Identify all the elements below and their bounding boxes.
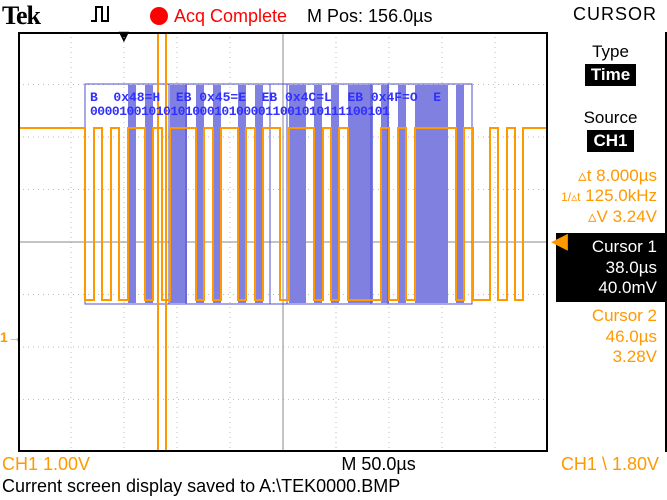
type-value: Time <box>585 64 636 86</box>
cursor1-volt: 40.0mV <box>560 278 657 298</box>
source-section[interactable]: Source CH1 <box>556 108 665 152</box>
delta-t: ▵t 8.000µs <box>556 166 657 186</box>
cursor2-readout[interactable]: Cursor 2 46.0µs 3.28V <box>556 302 665 371</box>
cursor-delta-readout: ▵t 8.000µs 1/▵t 125.0kHz ▵V 3.24V <box>556 166 665 227</box>
cursor2-label: Cursor 2 <box>560 306 657 326</box>
source-value: CH1 <box>587 130 633 152</box>
type-label: Type <box>556 42 665 62</box>
decode-annotation-bits: 0000100101010100010100001100101011110010… <box>90 104 389 119</box>
cursor2-volt: 3.28V <box>560 347 657 367</box>
delta-v: ▵V 3.24V <box>556 207 657 227</box>
bottom-readout-row: CH1 1.00V M 50.0µs CH1 \ 1.80V <box>0 452 667 476</box>
cursor1-label: Cursor 1 <box>560 237 657 257</box>
plot-area: 1→ <box>0 32 556 452</box>
cursor1-time: 38.0µs <box>560 258 657 278</box>
acq-status-icon <box>150 7 168 25</box>
main-area: 1→ <box>0 32 667 452</box>
trigger-glyph-icon <box>90 5 120 27</box>
timebase: M 50.0µs <box>341 454 415 475</box>
source-label: Source <box>556 108 665 128</box>
acq-status-text: Acq Complete <box>174 6 287 27</box>
cursor-menu-title: CURSOR <box>573 4 657 25</box>
type-section[interactable]: Type Time <box>556 42 665 86</box>
cursor1-readout[interactable]: Cursor 1 38.0µs 40.0mV <box>556 233 665 302</box>
decode-annotation-line1: B 0x48=H EB 0x45=E EB 0x4C=L EB 0x4F=O E <box>90 90 441 105</box>
top-bar: Tek Acq Complete M Pos: 156.0µs CURSOR <box>0 0 667 32</box>
trigger-readout: CH1 \ 1.80V <box>561 454 659 475</box>
trigger-level-icon: ◀ <box>551 228 568 254</box>
ch1-scale: CH1 1.00V <box>0 454 90 475</box>
cursor2-time: 46.0µs <box>560 327 657 347</box>
m-position: M Pos: 156.0µs <box>307 6 432 27</box>
delta-freq: 125.0kHz <box>585 186 657 205</box>
brand-logo: Tek <box>0 1 40 31</box>
sidebar: Type Time Source CH1 ▵t 8.000µs 1/▵t 125… <box>556 32 667 452</box>
freq-prefix: 1/▵t <box>561 190 580 204</box>
status-line: Current screen display saved to A:\TEK00… <box>0 476 667 497</box>
